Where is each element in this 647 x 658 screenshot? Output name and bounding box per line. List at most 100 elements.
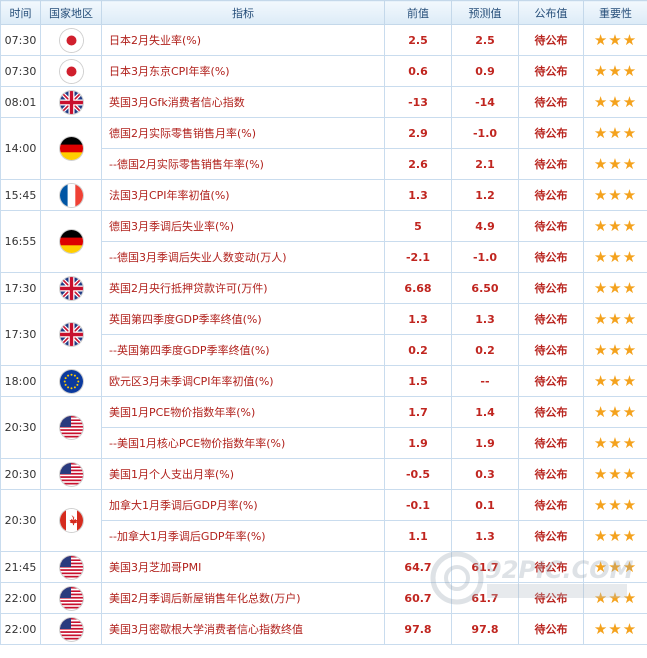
country-cell <box>40 55 102 87</box>
published-status: 待公布 <box>518 365 584 397</box>
country-cell <box>40 489 102 552</box>
published-status: 待公布 <box>518 613 584 645</box>
published-status: 待公布 <box>518 520 584 552</box>
published-status: 待公布 <box>518 551 584 583</box>
indicator-link[interactable]: 美国1月个人支出月率(%) <box>101 458 385 490</box>
previous-value: 1.3 <box>384 179 452 211</box>
forecast-value: -1.0 <box>451 117 519 149</box>
previous-value: 0.6 <box>384 55 452 87</box>
indicator-link[interactable]: 美国2月季调后新屋销售年化总数(万户) <box>101 582 385 614</box>
published-status: 待公布 <box>518 396 584 428</box>
country-cell <box>40 179 102 211</box>
published-status: 待公布 <box>518 55 584 87</box>
importance-stars: ★★★ <box>583 241 647 273</box>
canada-flag-icon <box>59 509 83 532</box>
indicator-link[interactable]: 英国第四季度GDP季率终值(%) <box>101 303 385 335</box>
published-status: 待公布 <box>518 148 584 180</box>
indicator-link[interactable]: 德国3月季调后失业率(%) <box>101 210 385 242</box>
indicator-link[interactable]: 美国1月PCE物价指数年率(%) <box>101 396 385 428</box>
published-status: 待公布 <box>518 427 584 459</box>
indicator-link[interactable]: 德国2月实际零售销售月率(%) <box>101 117 385 149</box>
header-forecast: 预测值 <box>451 0 519 25</box>
event-time: 17:30 <box>0 303 41 366</box>
importance-stars: ★★★ <box>583 272 647 304</box>
header-published: 公布值 <box>518 0 584 25</box>
indicator-link[interactable]: --德国3月季调后失业人数变动(万人) <box>101 241 385 273</box>
importance-stars: ★★★ <box>583 117 647 149</box>
event-time: 20:30 <box>0 489 41 552</box>
indicator-link[interactable]: 美国3月密歇根大学消费者信心指数终值 <box>101 613 385 645</box>
table-row: 22:00 美国3月密歇根大学消费者信心指数终值 97.8 97.8 待公布 ★★★ <box>0 613 647 645</box>
indicator-link[interactable]: 日本2月失业率(%) <box>101 24 385 56</box>
table-row: 15:45 法国3月CPI年率初值(%) 1.3 1.2 待公布 ★★★ <box>0 179 647 211</box>
header-time: 时间 <box>0 0 41 25</box>
japan-flag-icon <box>59 28 83 52</box>
published-status: 待公布 <box>518 210 584 242</box>
indicator-link[interactable]: 英国2月央行抵押贷款许可(万件) <box>101 272 385 304</box>
usa-flag-icon <box>59 416 83 439</box>
table-row: 08:01 英国3月Gfk消费者信心指数 -13 -14 待公布 ★★★ <box>0 86 647 118</box>
event-time: 15:45 <box>0 179 41 211</box>
importance-stars: ★★★ <box>583 148 647 180</box>
table-row: 16:55 德国3月季调后失业率(%) 5 4.9 待公布 ★★★ <box>0 210 647 273</box>
forecast-value: 1.2 <box>451 179 519 211</box>
event-time: 16:55 <box>0 210 41 273</box>
published-status: 待公布 <box>518 241 584 273</box>
importance-stars: ★★★ <box>583 303 647 335</box>
table-row: 17:30 英国第四季度GDP季率终值(%) 1.3 1.3 待公布 ★★★ <box>0 303 647 366</box>
header-region: 国家地区 <box>40 0 102 25</box>
indicator-link[interactable]: --美国1月核心PCE物价指数年率(%) <box>101 427 385 459</box>
forecast-value: -- <box>451 365 519 397</box>
previous-value: -2.1 <box>384 241 452 273</box>
importance-stars: ★★★ <box>583 520 647 552</box>
forecast-value: 6.50 <box>451 272 519 304</box>
published-status: 待公布 <box>518 303 584 335</box>
published-status: 待公布 <box>518 334 584 366</box>
forecast-value: 1.9 <box>451 427 519 459</box>
forecast-value: 0.2 <box>451 334 519 366</box>
header-importance: 重要性 <box>583 0 647 25</box>
forecast-value: 0.3 <box>451 458 519 490</box>
table-row: 21:45 美国3月芝加哥PMI 64.7 61.7 待公布 ★★★ <box>0 551 647 583</box>
indicator-link[interactable]: 英国3月Gfk消费者信心指数 <box>101 86 385 118</box>
indicator-link[interactable]: 加拿大1月季调后GDP月率(%) <box>101 489 385 521</box>
previous-value: -13 <box>384 86 452 118</box>
country-cell <box>40 396 102 459</box>
forecast-value: 4.9 <box>451 210 519 242</box>
country-cell <box>40 24 102 56</box>
forecast-value: 2.5 <box>451 24 519 56</box>
event-time: 17:30 <box>0 272 41 304</box>
country-cell <box>40 210 102 273</box>
event-time: 07:30 <box>0 24 41 56</box>
previous-value: 60.7 <box>384 582 452 614</box>
indicator-link[interactable]: 法国3月CPI年率初值(%) <box>101 179 385 211</box>
importance-stars: ★★★ <box>583 427 647 459</box>
indicator-link[interactable]: --加拿大1月季调后GDP年率(%) <box>101 520 385 552</box>
country-cell <box>40 458 102 490</box>
header-indicator: 指标 <box>101 0 385 25</box>
country-cell <box>40 272 102 304</box>
indicator-link[interactable]: --德国2月实际零售销售年率(%) <box>101 148 385 180</box>
usa-flag-icon <box>59 586 83 610</box>
indicator-link[interactable]: 日本3月东京CPI年率(%) <box>101 55 385 87</box>
importance-stars: ★★★ <box>583 458 647 490</box>
indicator-link[interactable]: 美国3月芝加哥PMI <box>101 551 385 583</box>
previous-value: 5 <box>384 210 452 242</box>
event-time: 22:00 <box>0 613 41 645</box>
forecast-value: 1.3 <box>451 303 519 335</box>
forecast-value: 61.7 <box>451 551 519 583</box>
indicator-link[interactable]: 欧元区3月未季调CPI年率初值(%) <box>101 365 385 397</box>
importance-stars: ★★★ <box>583 613 647 645</box>
event-time: 20:30 <box>0 458 41 490</box>
event-time: 07:30 <box>0 55 41 87</box>
usa-flag-icon <box>59 617 83 641</box>
event-time: 20:30 <box>0 396 41 459</box>
uk-flag-icon <box>59 90 83 114</box>
forecast-value: 0.9 <box>451 55 519 87</box>
table-row: 20:30 加拿大1月季调后GDP月率(%) -0.1 0.1 待公布 ★★★ <box>0 489 647 552</box>
previous-value: -0.1 <box>384 489 452 521</box>
indicator-link[interactable]: --英国第四季度GDP季率终值(%) <box>101 334 385 366</box>
previous-value: 1.3 <box>384 303 452 335</box>
table-row: 20:30 美国1月个人支出月率(%) -0.5 0.3 待公布 ★★★ <box>0 458 647 490</box>
published-status: 待公布 <box>518 24 584 56</box>
